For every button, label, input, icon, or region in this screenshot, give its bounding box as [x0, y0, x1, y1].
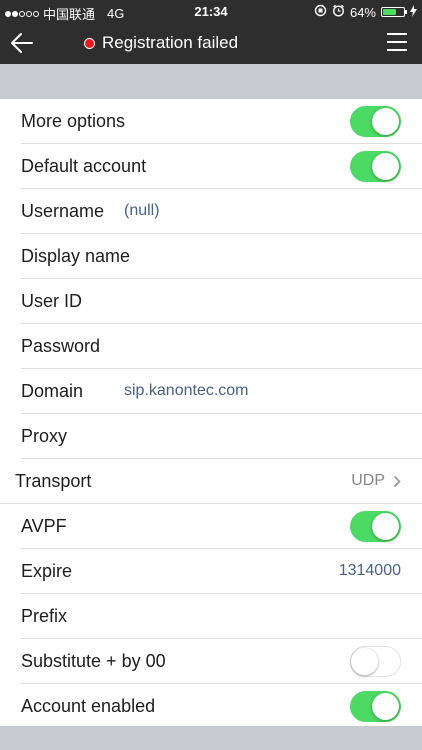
- row-user-id[interactable]: User ID: [21, 279, 422, 324]
- hamburger-menu-icon: [387, 33, 407, 51]
- registration-status-led-icon: [84, 37, 95, 49]
- substitute-toggle[interactable]: [350, 646, 401, 677]
- password-label: Password: [21, 336, 101, 356]
- status-bar-right: 64%: [314, 4, 417, 20]
- username-label: Username: [21, 201, 105, 221]
- row-transport[interactable]: Transport UDP: [0, 459, 422, 504]
- page-title: Registration failed: [102, 33, 239, 52]
- transport-value: UDP: [351, 472, 385, 489]
- section-footer: [0, 726, 422, 750]
- default-account-toggle[interactable]: [350, 151, 401, 182]
- row-more-options: More options: [21, 99, 422, 144]
- row-default-account: Default account: [21, 144, 422, 189]
- row-substitute: Substitute + by 00: [21, 639, 422, 684]
- back-button[interactable]: [8, 29, 36, 57]
- transport-label: Transport: [15, 471, 92, 491]
- menu-button[interactable]: [386, 31, 408, 53]
- row-username[interactable]: Username (null): [21, 189, 422, 234]
- account-enabled-label: Account enabled: [21, 696, 156, 716]
- chevron-right-icon: [393, 475, 401, 487]
- charging-icon: [410, 4, 417, 20]
- more-options-toggle[interactable]: [350, 106, 401, 137]
- more-options-label: More options: [21, 111, 126, 131]
- domain-field[interactable]: sip.kanontec.com: [124, 382, 249, 400]
- display-name-label: Display name: [21, 246, 131, 266]
- domain-label: Domain: [21, 381, 84, 401]
- row-proxy[interactable]: Proxy: [21, 414, 422, 459]
- status-bar: 中国联通 4G 21:34 64%: [0, 0, 422, 22]
- row-avpf: AVPF: [21, 504, 422, 549]
- battery-icon: [381, 7, 407, 17]
- row-account-enabled: Account enabled: [21, 684, 422, 729]
- expire-field[interactable]: 1314000: [339, 562, 401, 580]
- transport-selector[interactable]: UDP: [351, 472, 401, 490]
- row-prefix[interactable]: Prefix: [21, 594, 422, 639]
- rotation-lock-icon: [314, 4, 327, 20]
- substitute-label: Substitute + by 00: [21, 651, 166, 671]
- expire-label: Expire: [21, 561, 73, 581]
- proxy-label: Proxy: [21, 426, 68, 446]
- back-arrow-icon: [11, 33, 33, 53]
- avpf-toggle[interactable]: [350, 511, 401, 542]
- user-id-label: User ID: [21, 291, 83, 311]
- row-expire[interactable]: Expire 1314000: [21, 549, 422, 594]
- account-enabled-toggle[interactable]: [350, 691, 401, 722]
- section-header: [0, 64, 422, 99]
- prefix-label: Prefix: [21, 606, 68, 626]
- registration-status: Registration failed: [84, 33, 238, 53]
- row-password[interactable]: Password: [21, 324, 422, 369]
- row-display-name[interactable]: Display name: [21, 234, 422, 279]
- battery-percent: 64%: [349, 4, 376, 20]
- avpf-label: AVPF: [21, 516, 67, 536]
- username-field[interactable]: (null): [124, 202, 160, 220]
- row-domain[interactable]: Domain sip.kanontec.com: [21, 369, 422, 414]
- navigation-bar: Registration failed: [0, 22, 422, 64]
- default-account-label: Default account: [21, 156, 147, 176]
- alarm-icon: [332, 4, 345, 20]
- settings-list: More options Default account Username (n…: [0, 99, 422, 729]
